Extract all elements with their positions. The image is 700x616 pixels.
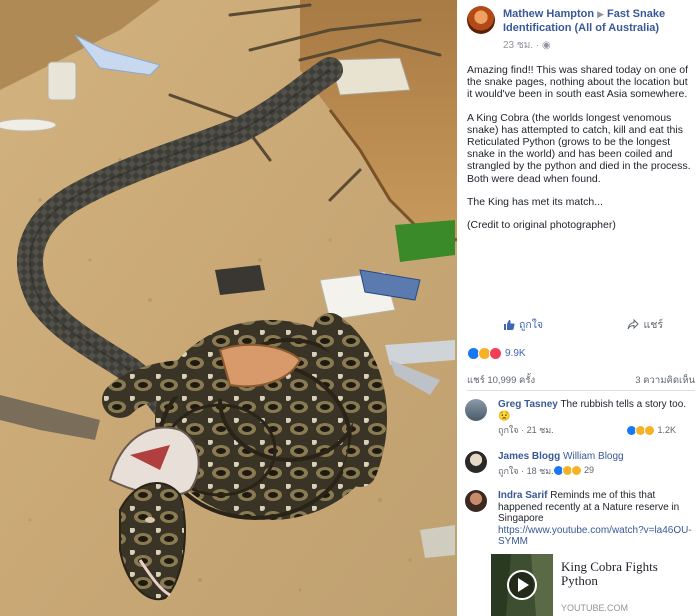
comment-meta: ถูกใจ · 18 ชม. 29 [498,465,694,478]
commenter-avatar[interactable] [465,451,487,473]
video-thumbnail-image [491,554,553,616]
comment-count[interactable]: 3 ความคิดเห็น [635,373,695,388]
video-thumbnail[interactable] [491,554,553,616]
post-panel: Mathew Hampton ▶ Fast Snake Identification… [457,0,700,616]
share-icon [627,319,640,330]
post-paragraph: The King has met its match... [467,195,603,208]
post-paragraph: Amazing find!! This was shared today on … [467,64,689,101]
share-label: แชร์ [643,319,663,331]
comment-text: The rubbish tells a story too. [560,399,687,410]
post-text: Amazing find!! This was shared today on … [467,64,695,242]
haha-reaction-icon [570,465,582,477]
comment-like-link[interactable]: ถูกใจ [498,425,519,435]
comment-like-link[interactable]: ถูกใจ [498,466,519,476]
comment-time[interactable]: 18 ชม. [527,466,554,476]
post-timestamp[interactable]: 23 ชม. [503,40,533,51]
comment-body: James Blogg William Blogg ถูกใจ · 18 ชม.… [498,451,694,477]
worried-emoji-icon: 😟 [498,410,511,422]
comment-link[interactable]: https://www.youtube.com/watch?v=la46OU-S… [498,525,694,548]
haha-reaction-icon [644,425,656,437]
thumbs-up-icon [504,319,515,330]
share-count[interactable]: แชร์ 10,999 ครั้ง [467,375,535,386]
commenter-avatar[interactable] [465,490,487,512]
author-name[interactable]: Mathew Hampton [503,8,594,20]
preview-title[interactable]: King Cobra Fights Python [561,560,691,588]
reaction-count: 9.9K [505,347,526,359]
commenter-avatar[interactable] [465,399,487,421]
reaction-summary[interactable]: 9.9K [467,346,693,360]
comment-body: Greg Tasney The rubbish tells a story to… [498,399,694,437]
post-actions: ถูกใจ แชร์ [467,316,693,336]
share-button[interactable]: แชร์ [627,316,663,333]
post-paragraph: (Credit to original photographer) [467,219,616,232]
preview-domain: YOUTUBE.COM [561,603,629,613]
comment-reaction-count: 1.2K [657,425,676,435]
comment-time[interactable]: 21 ชม. [527,425,554,435]
comment-body: Indra Sarif Reminds me of this that happ… [498,490,694,548]
engagement-counts: แชร์ 10,999 ครั้ง 3 ความคิดเห็น [467,373,695,388]
like-label: ถูกใจ [519,319,543,331]
author-line: Mathew Hampton ▶ Fast Snake Identification… [503,7,697,35]
link-preview[interactable]: King Cobra Fights Python YOUTUBE.COM [491,554,696,616]
commenter-name[interactable]: James Blogg [498,451,560,462]
comment-meta: ถูกใจ · 21 ชม. 1.2K [498,425,694,437]
comment-reactions[interactable]: 29 [552,465,594,477]
plastic-bottle-debris [47,61,77,101]
commenter-name[interactable]: Greg Tasney [498,399,558,410]
commenter-name[interactable]: Indra Sarif [498,490,547,501]
mentioned-user[interactable]: William Blogg [563,451,624,462]
globe-icon: ◉ [541,40,551,51]
love-reaction-icon [489,346,502,360]
divider [467,390,695,391]
post-meta: 23 ชม. · ◉ [503,38,551,53]
snake-photo [0,0,457,616]
comment-reactions[interactable]: 1.2K [626,425,676,437]
author-avatar[interactable] [467,6,495,34]
triangle-right-icon: ▶ [597,9,604,19]
like-button[interactable]: ถูกใจ [503,316,543,333]
post-paragraph: A King Cobra (the worlds longest venomou… [467,111,691,185]
post-photo[interactable] [0,0,457,616]
comment-reaction-count: 29 [583,465,594,475]
